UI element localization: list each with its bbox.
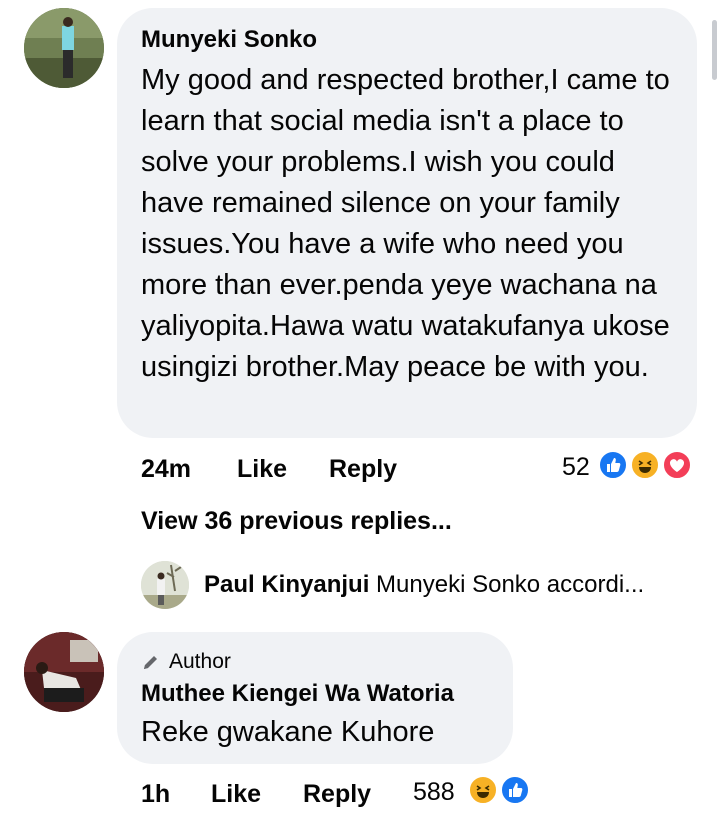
comment-time[interactable]: 24m — [141, 455, 191, 484]
reply-button[interactable]: Reply — [329, 455, 397, 484]
haha-icon — [630, 450, 660, 480]
avatar[interactable] — [141, 561, 189, 609]
avatar-photo — [24, 632, 104, 712]
reaction-count[interactable]: 52 — [562, 453, 590, 482]
like-button[interactable]: Like — [211, 780, 261, 809]
comment-text: My good and respected brother,I came to … — [141, 64, 670, 383]
reactions[interactable] — [598, 450, 698, 484]
author-badge-label: Author — [169, 650, 231, 673]
reply-text: Munyeki Sonko accordi... — [376, 571, 645, 598]
comment-author[interactable]: Munyeki Sonko — [141, 26, 317, 54]
comment-text: Reke gwakane Kuhore — [141, 716, 435, 748]
haha-icon — [468, 775, 498, 805]
like-icon — [598, 450, 628, 480]
avatar-photo — [24, 8, 104, 88]
reply-preview[interactable]: Paul Kinyanjui Munyeki Sonko accordi... — [204, 571, 644, 599]
love-icon — [662, 450, 692, 480]
reactions[interactable] — [468, 775, 538, 809]
pencil-icon — [144, 656, 157, 669]
reply-button[interactable]: Reply — [303, 780, 371, 809]
author-badge: Author — [141, 650, 231, 674]
avatar-photo — [141, 561, 189, 609]
reaction-count[interactable]: 588 — [413, 778, 455, 807]
comment-time[interactable]: 1h — [141, 780, 170, 809]
like-button[interactable]: Like — [237, 455, 287, 484]
view-previous-replies-link[interactable]: View 36 previous replies... — [141, 507, 452, 536]
reply-author[interactable]: Paul Kinyanjui — [204, 571, 369, 598]
scrollbar[interactable] — [712, 20, 717, 80]
avatar[interactable] — [24, 632, 104, 712]
comment-author[interactable]: Muthee Kiengei Wa Watoria — [141, 680, 454, 708]
like-icon — [500, 775, 530, 805]
avatar[interactable] — [24, 8, 104, 88]
